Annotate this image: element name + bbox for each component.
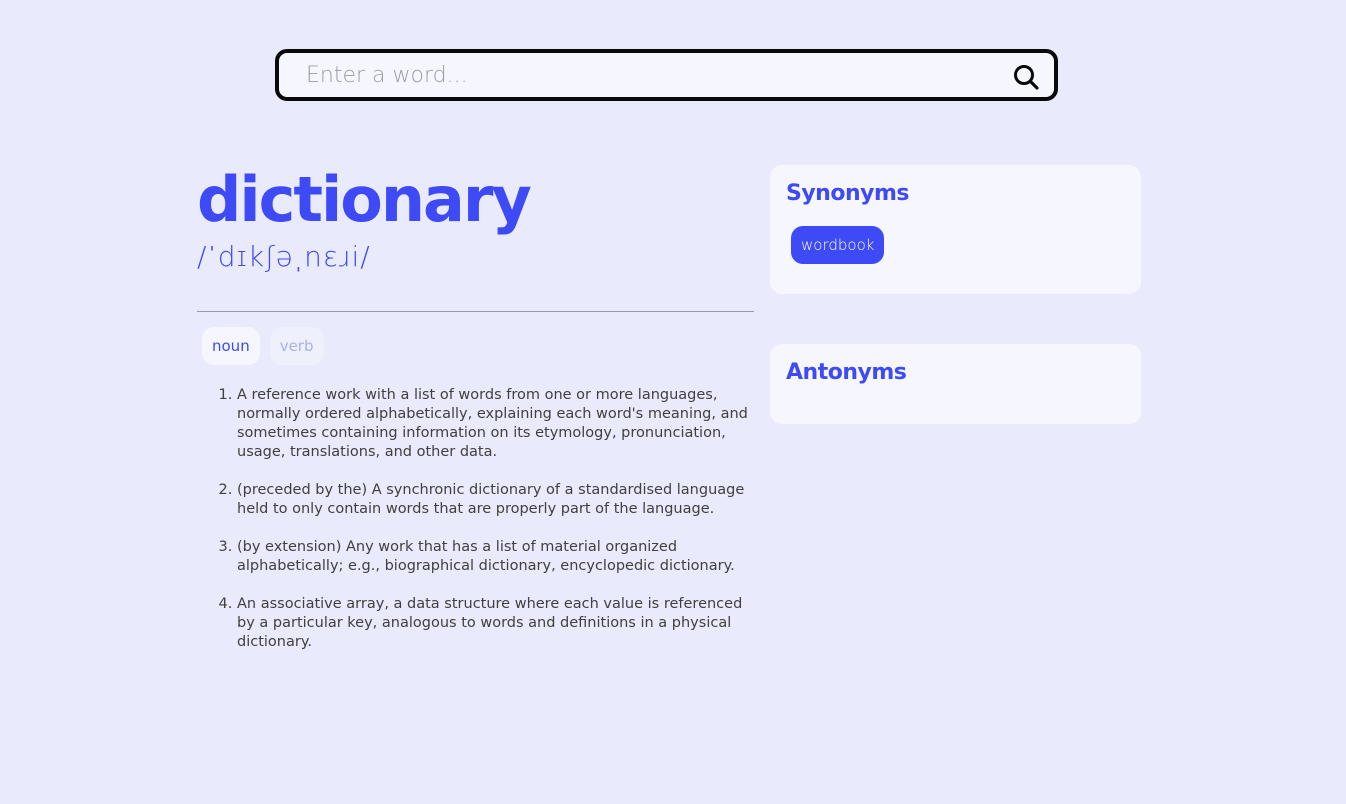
search-icon: [1014, 65, 1039, 90]
definition-list: A reference work with a list of words fr…: [197, 386, 757, 671]
divider: [197, 311, 754, 312]
definition-item: (preceded by the) A synchronic dictionar…: [237, 481, 757, 519]
phonetic-transcription: /ˈdɪkʃəˌnɛɹi/: [197, 240, 371, 273]
definition-item: (by extension) Any work that has a list …: [237, 538, 757, 576]
search-input[interactable]: [306, 53, 996, 97]
search-button[interactable]: [1012, 63, 1040, 91]
definition-item: An associative array, a data structure w…: [237, 595, 757, 652]
synonym-chip[interactable]: wordbook: [791, 226, 885, 264]
antonyms-title: Antonyms: [786, 360, 907, 385]
antonyms-card: Antonyms: [770, 344, 1141, 424]
tab-noun[interactable]: noun: [202, 327, 260, 365]
tab-verb[interactable]: verb: [269, 327, 324, 365]
search-bar: [275, 49, 1058, 101]
headword: dictionary: [197, 163, 532, 236]
synonyms-title: Synonyms: [786, 181, 909, 206]
synonyms-card: Synonyms wordbook: [770, 165, 1141, 294]
part-of-speech-tabs: noun verb: [202, 327, 324, 365]
synonyms-list: wordbook: [791, 226, 1125, 264]
definition-item: A reference work with a list of words fr…: [237, 386, 757, 462]
